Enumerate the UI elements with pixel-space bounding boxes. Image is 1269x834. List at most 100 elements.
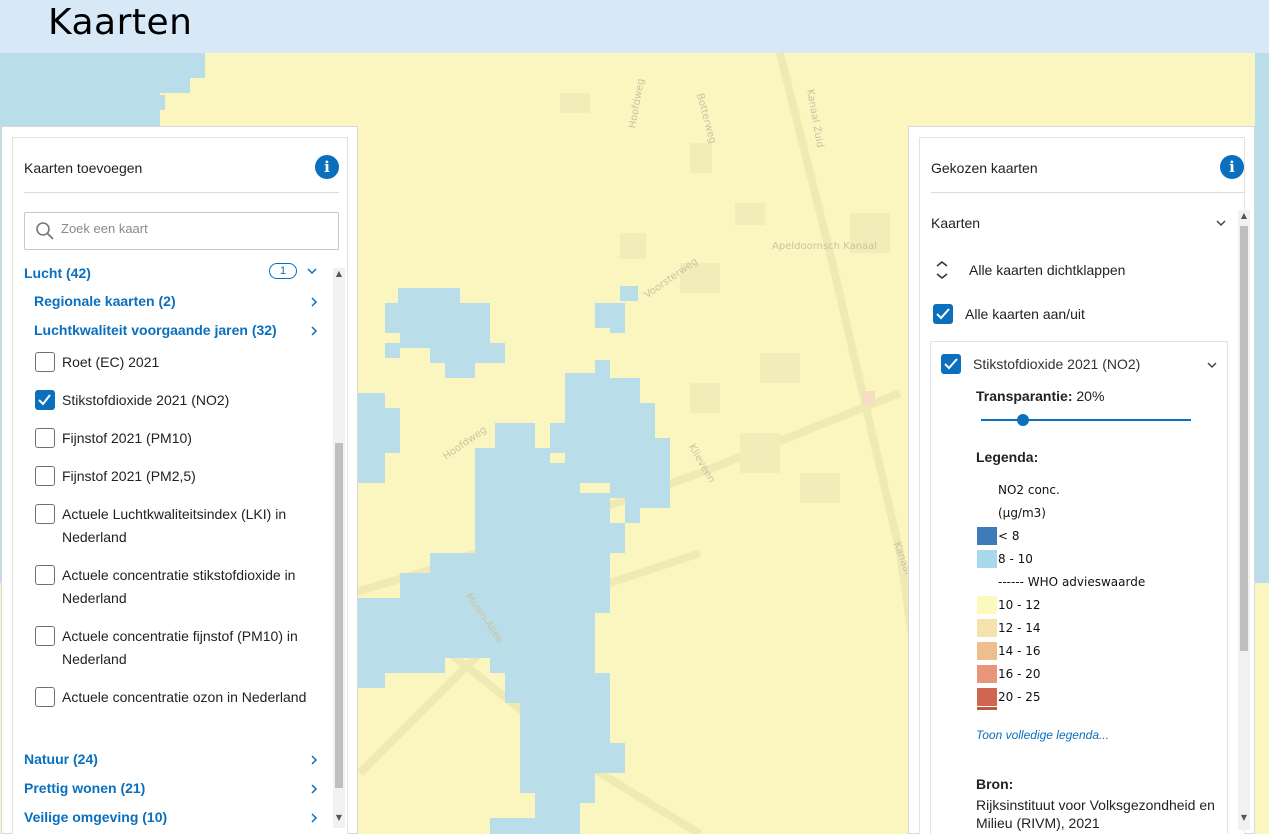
legend-swatch-partial (977, 707, 997, 710)
checkbox[interactable] (35, 428, 55, 448)
map-item-label: Actuele concentratie fijnstof (PM10) in … (62, 628, 298, 667)
add-maps-panel: Kaarten toevoegen i Lucht (42) 1 Regiona… (1, 126, 358, 834)
chevron-right-icon[interactable] (309, 297, 319, 307)
layer-name: Stikstofdioxide 2021 (NO2) (973, 356, 1141, 372)
category-label: Veilige omgeving (10) (24, 809, 168, 825)
checkmark-icon (936, 308, 950, 320)
category-label: Natuur (24) (24, 751, 98, 767)
checkbox[interactable] (35, 504, 55, 524)
legend-label: < 8 (998, 529, 1020, 543)
map-item-label: Actuele Luchtkwaliteitsindex (LKI) in Ne… (62, 506, 287, 545)
chevron-right-icon[interactable] (309, 813, 319, 823)
section-kaarten-label[interactable]: Kaarten (931, 215, 980, 231)
legend-label: 8 - 10 (998, 552, 1033, 566)
category-veilige-omgeving[interactable]: Veilige omgeving (10) (24, 809, 167, 825)
legend-label: 14 - 16 (998, 644, 1041, 658)
chevron-right-icon[interactable] (309, 326, 319, 336)
legend-swatch (977, 527, 997, 545)
legend-swatch (977, 619, 997, 637)
chevron-down-icon[interactable] (1207, 360, 1217, 370)
legend-label: 12 - 14 (998, 621, 1041, 635)
scroll-down-arrow-icon[interactable]: ▼ (1240, 814, 1248, 822)
chevron-right-icon[interactable] (309, 755, 319, 765)
chevron-down-icon[interactable] (307, 266, 317, 276)
transparency-label: Transparantie: (976, 388, 1073, 404)
checkbox[interactable] (35, 626, 55, 646)
toggle-all-checkbox[interactable] (933, 304, 953, 324)
category-label: Regionale kaarten (2) (34, 293, 176, 309)
scroll-down-arrow-icon[interactable]: ▼ (335, 814, 343, 822)
chevron-right-icon[interactable] (309, 784, 319, 794)
checkbox[interactable] (35, 352, 55, 372)
legend-label: ------ WHO advieswaarde (998, 575, 1146, 589)
map-category-list: Lucht (42) 1 Regionale kaarten (2) Lucht… (13, 263, 335, 828)
legend-swatch (977, 550, 997, 568)
info-icon[interactable]: i (315, 155, 339, 179)
map-no2-low-area-right (1255, 53, 1269, 583)
map-item-label: Fijnstof 2021 (PM10) (62, 430, 192, 446)
category-natuur[interactable]: Natuur (24) (24, 751, 98, 767)
page-title: Kaarten (48, 2, 193, 43)
checkmark-icon (944, 358, 958, 370)
checkbox[interactable] (35, 687, 55, 707)
add-maps-title: Kaarten toevoegen (24, 160, 143, 176)
legend-swatch (977, 642, 997, 660)
checkbox[interactable] (35, 565, 55, 585)
layer-card-no2: Stikstofdioxide 2021 (NO2) Transparantie… (930, 341, 1228, 834)
legend-label: 10 - 12 (998, 598, 1041, 612)
scroll-up-arrow-icon[interactable]: ▲ (1240, 212, 1248, 220)
legend-unit: (µg/m3) (998, 506, 1046, 520)
transparency-value: 20% (1076, 388, 1105, 404)
checkbox-checked[interactable] (35, 390, 55, 410)
transparency-slider-handle[interactable] (1017, 414, 1029, 426)
search-icon (36, 222, 54, 240)
category-label: Prettig wonen (21) (24, 780, 146, 796)
collapse-all-button[interactable]: Alle kaarten dichtklappen (969, 262, 1125, 278)
add-maps-panel-body: Kaarten toevoegen i Lucht (42) 1 Regiona… (12, 137, 348, 834)
collapse-all-icon[interactable] (936, 261, 948, 279)
map-item-label: Fijnstof 2021 (PM2,5) (62, 468, 196, 484)
legend-label: 16 - 20 (998, 667, 1041, 681)
category-lucht[interactable]: Lucht (42) (24, 265, 91, 281)
scroll-up-arrow-icon[interactable]: ▲ (335, 270, 343, 278)
divider (931, 192, 1245, 193)
chevron-down-icon[interactable] (1216, 218, 1226, 228)
divider (24, 192, 339, 193)
legend-title: Legenda: (976, 449, 1039, 465)
category-regionale-kaarten[interactable]: Regionale kaarten (2) (34, 293, 176, 309)
category-prettig-wonen[interactable]: Prettig wonen (21) (24, 780, 145, 796)
toggle-all-label[interactable]: Alle kaarten aan/uit (965, 306, 1085, 322)
scrollbar-thumb[interactable] (335, 443, 343, 788)
scrollbar-thumb[interactable] (1240, 226, 1248, 651)
search-input[interactable] (61, 221, 321, 236)
selected-count-badge: 1 (269, 263, 297, 279)
full-legend-link[interactable]: Toon volledige legenda... (976, 728, 1109, 742)
map-item-label: Stikstofdioxide 2021 (NO2) (62, 392, 230, 408)
search-box[interactable] (24, 212, 339, 250)
source-label: Bron: (976, 776, 1014, 792)
map-item-label: Actuele concentratie stikstofdioxide in … (62, 567, 296, 606)
category-label: Lucht (42) (24, 265, 91, 281)
checkmark-icon (38, 394, 51, 406)
transparency-row: Transparantie: 20% (976, 388, 1104, 404)
source-text: Rijksinstituut voor Volksgezondheid en M… (976, 797, 1215, 831)
legend-swatch (977, 688, 997, 706)
category-luchtkwaliteit-voorgaande-jaren[interactable]: Luchtkwaliteit voorgaande jaren (32) (34, 322, 277, 338)
selected-maps-panel-body: Gekozen kaarten i Kaarten Alle kaarten d… (919, 137, 1250, 834)
selected-maps-title: Gekozen kaarten (931, 160, 1038, 176)
checkbox[interactable] (35, 466, 55, 486)
legend-label: 20 - 25 (998, 690, 1041, 704)
panel-scrollbar[interactable]: ▲ ▼ (1238, 210, 1250, 830)
transparency-slider[interactable] (981, 419, 1191, 421)
layer-visibility-checkbox[interactable] (941, 354, 961, 374)
category-label: Luchtkwaliteit voorgaande jaren (32) (34, 322, 277, 338)
list-scrollbar[interactable]: ▲ ▼ (333, 268, 345, 828)
map-item-label: Roet (EC) 2021 (62, 354, 160, 370)
info-icon[interactable]: i (1220, 155, 1244, 179)
legend-swatch (977, 596, 997, 614)
map-item-label: Actuele concentratie ozon in Nederland (62, 689, 307, 705)
legend-header: NO2 conc. (998, 483, 1060, 497)
map-street-label: Apeldoornsch Kanaal (772, 241, 878, 252)
page-header: Kaarten (0, 0, 1269, 53)
selected-maps-panel: Gekozen kaarten i Kaarten Alle kaarten d… (908, 126, 1255, 834)
